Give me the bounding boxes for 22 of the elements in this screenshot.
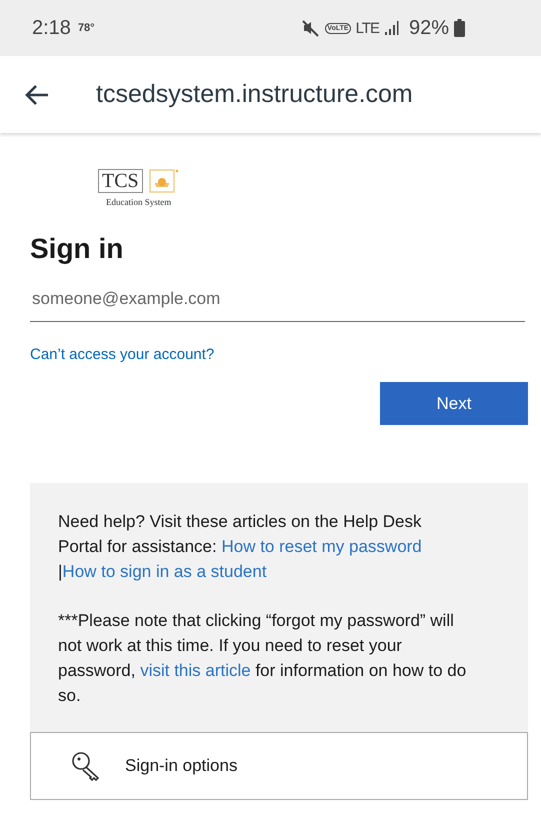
email-field[interactable]: someone@example.com bbox=[30, 275, 525, 322]
temperature: 78° bbox=[78, 22, 95, 34]
mute-icon bbox=[302, 19, 320, 37]
network-type: LTE bbox=[356, 20, 379, 36]
cant-access-link[interactable]: Can’t access your account? bbox=[30, 346, 214, 363]
help-link[interactable]: How to reset my password bbox=[221, 537, 422, 556]
sign-in-title: Sign in bbox=[30, 233, 124, 265]
sun-logo-icon bbox=[148, 169, 179, 193]
battery-icon bbox=[454, 19, 465, 37]
help-paragraph: Need help? Visit these articles on the Help Desk Portal for assistance: How to reset my password |How to sign in as a student bbox=[58, 511, 423, 583]
page-url: tcsedsystem.instructure.com bbox=[96, 80, 413, 109]
clock-time: 2:18 bbox=[32, 16, 71, 40]
help-link[interactable]: How to sign in as a student bbox=[62, 562, 267, 581]
back-arrow-icon[interactable] bbox=[24, 84, 50, 106]
signal-icon bbox=[384, 20, 400, 36]
logo-text: TCS bbox=[98, 169, 143, 193]
battery-percent: 92% bbox=[408, 16, 449, 40]
help-link[interactable]: visit this article bbox=[140, 661, 251, 680]
sign-in-options-button[interactable]: Sign-in options bbox=[30, 732, 528, 800]
help-paragraph: ***Please note that clicking “forgot my password” will not work at this time. If you need to reset your password, visit this article for information on how to do so. bbox=[58, 610, 468, 707]
logo-tagline: Education System bbox=[106, 197, 172, 207]
next-button[interactable]: Next bbox=[380, 382, 528, 425]
